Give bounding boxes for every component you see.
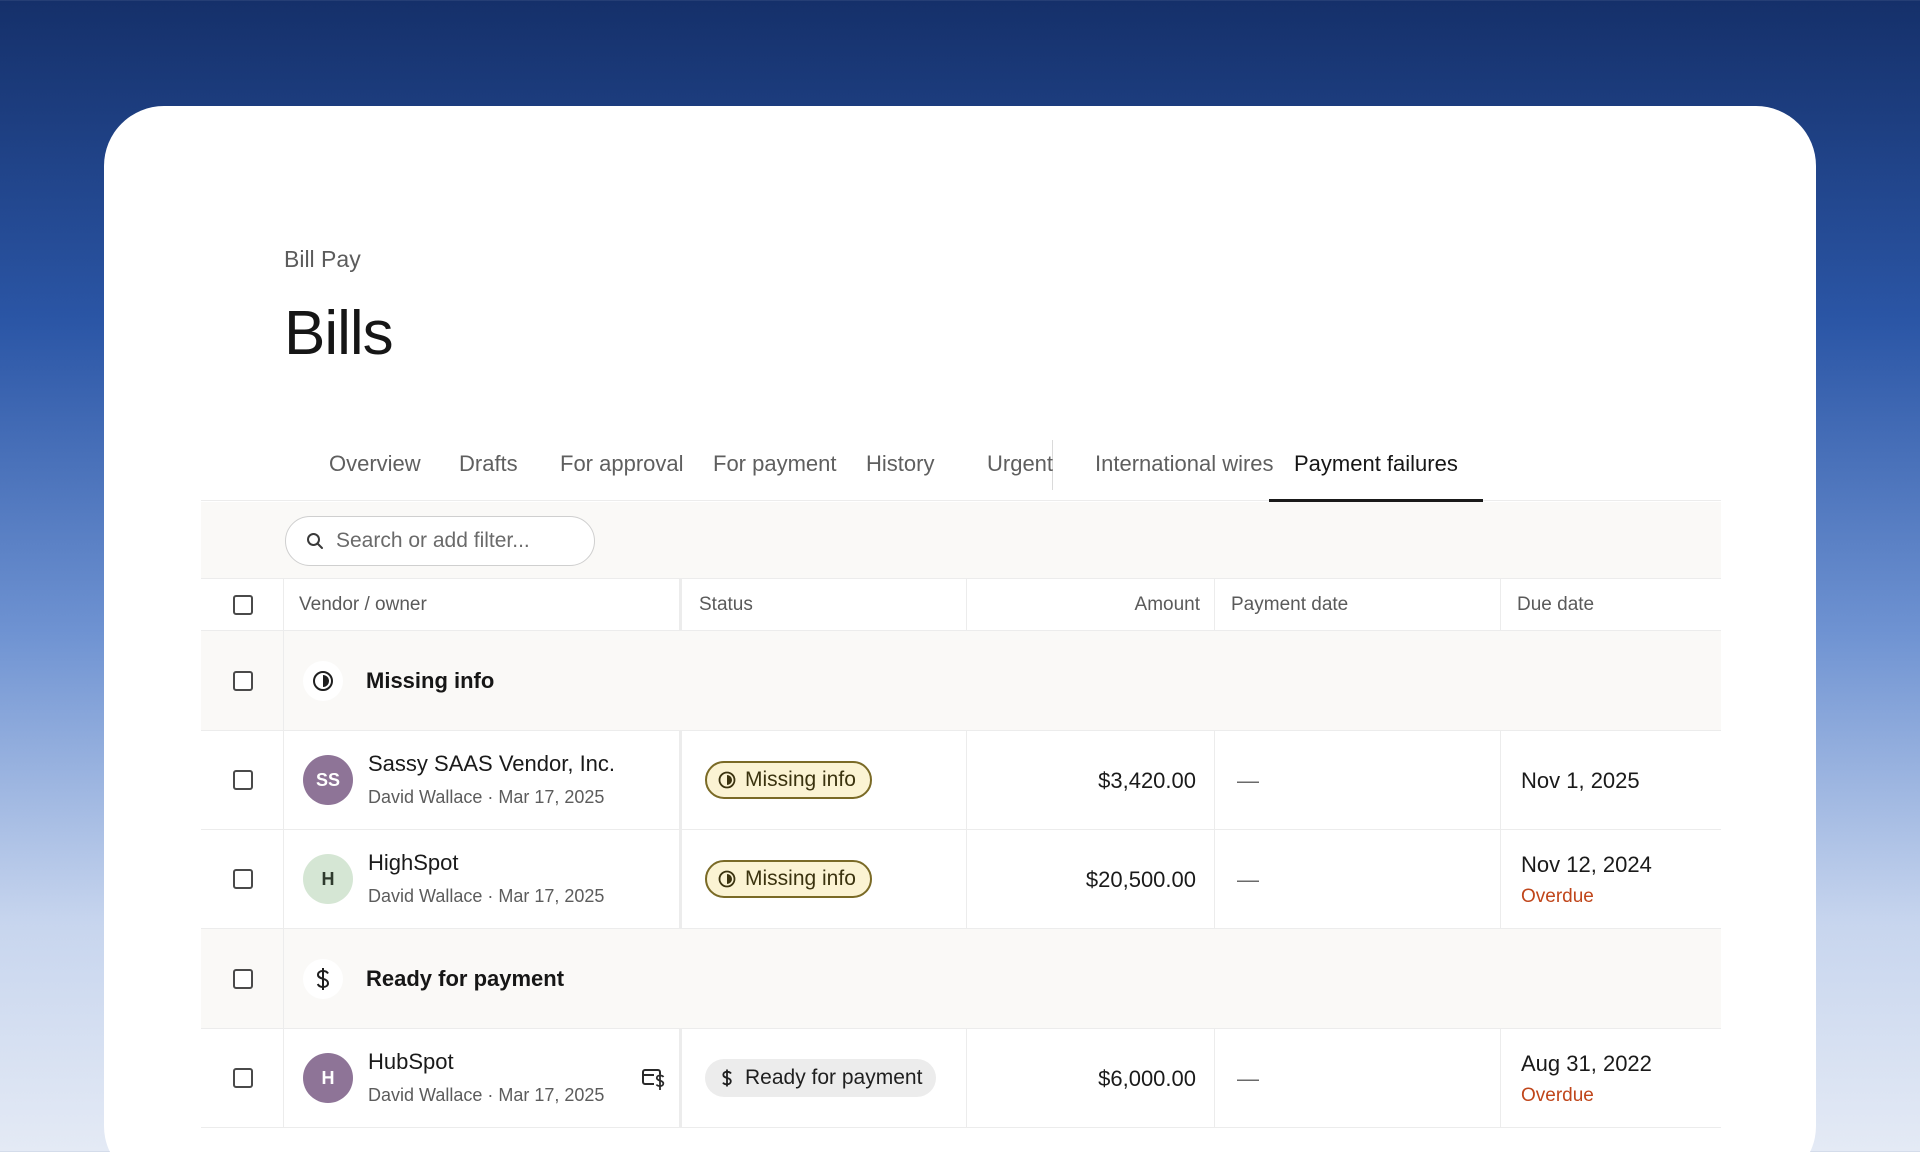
tab-for-payment[interactable]: For payment — [713, 430, 837, 501]
half-circle-icon — [718, 771, 736, 789]
column-header-status[interactable]: Status — [699, 579, 753, 631]
table-row[interactable]: H HighSpot David Wallace · Mar 17, 2025 … — [201, 830, 1721, 929]
row-checkbox[interactable] — [233, 770, 253, 790]
tab-for-approval[interactable]: For approval — [560, 430, 684, 501]
vendor-meta: David Wallace · Mar 17, 2025 — [368, 787, 605, 807]
payment-date: — — [1237, 867, 1259, 892]
payment-date: — — [1237, 768, 1259, 793]
status-badge: Missing info — [705, 761, 872, 799]
due-date: Aug 31, 2022 — [1521, 1051, 1652, 1076]
breadcrumb[interactable]: Bill Pay — [284, 246, 361, 273]
due-date: Nov 1, 2025 — [1521, 768, 1640, 793]
table-header: Vendor / owner Status Amount Payment dat… — [201, 579, 1721, 631]
due-date: Nov 12, 2024 — [1521, 852, 1652, 877]
group-row-ready-for-payment[interactable]: Ready for payment — [201, 929, 1721, 1029]
tab-payment-failures[interactable]: Payment failures — [1269, 430, 1483, 502]
vendor-name[interactable]: HubSpot — [368, 1049, 454, 1075]
amount: $3,420.00 — [1098, 768, 1196, 793]
table-row[interactable]: SS Sassy SAAS Vendor, Inc. David Wallace… — [201, 731, 1721, 830]
avatar: SS — [303, 755, 353, 805]
vendor-name[interactable]: HighSpot — [368, 850, 459, 876]
avatar: H — [303, 854, 353, 904]
group-checkbox[interactable] — [233, 968, 253, 989]
tab-overview[interactable]: Overview — [329, 430, 421, 501]
search-box[interactable] — [285, 516, 595, 566]
vendor-meta: David Wallace · Mar 17, 2025 — [368, 886, 605, 906]
status-badge: Ready for payment — [705, 1059, 937, 1097]
group-title: Missing info — [366, 668, 495, 693]
amount: $6,000.00 — [1098, 1066, 1196, 1091]
amount: $20,500.00 — [1085, 867, 1196, 892]
payment-date: — — [1237, 1066, 1259, 1091]
overdue-label: Overdue — [1521, 1085, 1594, 1106]
column-header-payment-date[interactable]: Payment date — [1231, 579, 1348, 631]
status-label: Missing info — [745, 768, 856, 791]
bills-table: Vendor / owner Status Amount Payment dat… — [201, 579, 1721, 1128]
column-header-vendor[interactable]: Vendor / owner — [299, 579, 427, 631]
status-label: Missing info — [745, 867, 856, 890]
column-header-amount[interactable]: Amount — [1135, 579, 1200, 631]
status-badge: Missing info — [705, 860, 872, 898]
page-title: Bills — [284, 299, 394, 368]
vendor-name[interactable]: Sassy SAAS Vendor, Inc. — [368, 751, 615, 777]
vendor-meta: David Wallace · Mar 17, 2025 — [368, 1085, 605, 1105]
search-input[interactable] — [336, 529, 576, 553]
avatar: H — [303, 1053, 353, 1103]
column-header-due-date[interactable]: Due date — [1517, 579, 1594, 631]
group-title: Ready for payment — [366, 966, 565, 991]
tab-international-wires[interactable]: International wires — [1095, 430, 1274, 501]
tab-urgent[interactable]: Urgent — [987, 430, 1053, 501]
group-checkbox[interactable] — [233, 670, 253, 691]
tab-drafts[interactable]: Drafts — [459, 430, 518, 501]
overdue-label: Overdue — [1521, 886, 1594, 907]
half-circle-icon — [718, 870, 736, 888]
half-circle-icon — [303, 660, 343, 701]
bills-card: Bill Pay Bills Overview Drafts For appro… — [104, 106, 1816, 1152]
search-icon — [307, 533, 323, 549]
tab-history[interactable]: History — [866, 430, 934, 501]
status-label: Ready for payment — [745, 1066, 923, 1089]
group-row-missing-info[interactable]: Missing info — [201, 631, 1721, 731]
dollar-icon — [303, 958, 343, 999]
tab-bar: Overview Drafts For approval For payment… — [201, 430, 1721, 502]
select-all-checkbox[interactable] — [233, 594, 253, 615]
dollar-icon — [722, 1069, 732, 1087]
row-checkbox[interactable] — [233, 1068, 253, 1088]
scheduled-payment-icon[interactable] — [641, 1065, 667, 1091]
filter-bar — [201, 502, 1721, 579]
table-row[interactable]: H HubSpot David Wallace · Mar 17, 2025 R… — [201, 1029, 1721, 1128]
row-checkbox[interactable] — [233, 869, 253, 889]
